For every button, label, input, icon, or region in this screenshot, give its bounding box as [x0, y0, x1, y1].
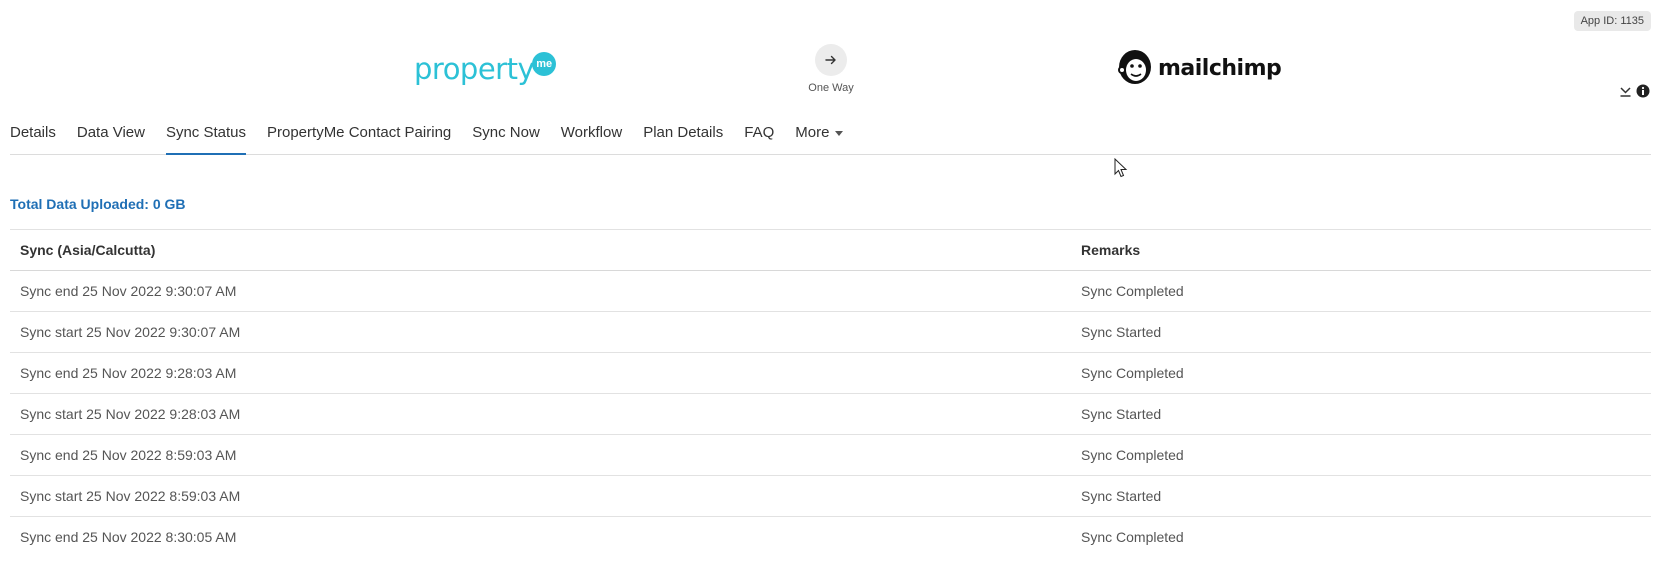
- column-header-remarks: Remarks: [1071, 229, 1651, 271]
- mailchimp-logo: mailchimp: [1116, 46, 1282, 91]
- sync-direction: One Way: [791, 44, 871, 94]
- sync-cell: Sync start 25 Nov 2022 8:59:03 AM: [10, 475, 1071, 517]
- tab-plan-details[interactable]: Plan Details: [643, 122, 723, 155]
- sync-cell: Sync start 25 Nov 2022 9:28:03 AM: [10, 393, 1071, 435]
- propertyme-logo: property me: [414, 52, 557, 86]
- tab-sync-now[interactable]: Sync Now: [472, 122, 540, 155]
- header-actions: [1619, 84, 1650, 103]
- remarks-cell: Sync Started: [1071, 311, 1651, 353]
- remarks-cell: Sync Started: [1071, 393, 1651, 435]
- tab-workflow[interactable]: Workflow: [561, 122, 622, 155]
- propertyme-logo-word: property: [414, 52, 535, 86]
- tab-bar: Details Data View Sync Status PropertyMe…: [10, 122, 1651, 155]
- table-row: Sync end 25 Nov 2022 8:59:03 AM Sync Com…: [10, 434, 1651, 476]
- table-row: Sync start 25 Nov 2022 9:28:03 AM Sync S…: [10, 393, 1651, 435]
- tab-sync-status[interactable]: Sync Status: [165, 122, 246, 155]
- remarks-cell: Sync Completed: [1071, 434, 1651, 476]
- sync-cell: Sync end 25 Nov 2022 8:59:03 AM: [10, 434, 1071, 476]
- total-data-uploaded: Total Data Uploaded: 0 GB: [10, 196, 186, 212]
- tab-details[interactable]: Details: [10, 122, 56, 155]
- app-id-badge: App ID: 1135: [1573, 11, 1651, 31]
- column-header-sync: Sync (Asia/Calcutta): [10, 229, 1071, 271]
- mouse-cursor-icon: [1114, 157, 1128, 183]
- sync-status-table: Sync (Asia/Calcutta) Remarks Sync end 25…: [10, 229, 1651, 558]
- mailchimp-logo-word: mailchimp: [1158, 56, 1282, 81]
- sync-cell: Sync start 25 Nov 2022 9:30:07 AM: [10, 311, 1071, 353]
- sync-cell: Sync end 25 Nov 2022 8:30:05 AM: [10, 516, 1071, 558]
- sync-cell: Sync end 25 Nov 2022 9:30:07 AM: [10, 270, 1071, 312]
- caret-down-icon: [835, 131, 844, 136]
- remarks-cell: Sync Completed: [1071, 352, 1651, 394]
- table-row: Sync end 25 Nov 2022 9:28:03 AM Sync Com…: [10, 352, 1651, 394]
- sync-status-page: App ID: 1135 property me One Way mailchi…: [0, 0, 1662, 562]
- tab-more[interactable]: More: [795, 122, 844, 155]
- table-row: Sync start 25 Nov 2022 9:30:07 AM Sync S…: [10, 311, 1651, 353]
- table-row: Sync end 25 Nov 2022 8:30:05 AM Sync Com…: [10, 516, 1651, 558]
- remarks-cell: Sync Completed: [1071, 516, 1651, 558]
- arrow-right-icon: [815, 44, 847, 76]
- remarks-cell: Sync Completed: [1071, 270, 1651, 312]
- propertyme-logo-badge: me: [532, 52, 557, 76]
- sync-cell: Sync end 25 Nov 2022 9:28:03 AM: [10, 352, 1071, 394]
- direction-label: One Way: [808, 82, 854, 94]
- tab-faq[interactable]: FAQ: [744, 122, 774, 155]
- collapse-icon[interactable]: [1619, 85, 1632, 103]
- tab-contact-pairing[interactable]: PropertyMe Contact Pairing: [267, 122, 451, 155]
- remarks-cell: Sync Started: [1071, 475, 1651, 517]
- table-header-row: Sync (Asia/Calcutta) Remarks: [10, 229, 1651, 271]
- mailchimp-freddie-icon: [1116, 46, 1154, 91]
- table-row: Sync end 25 Nov 2022 9:30:07 AM Sync Com…: [10, 270, 1651, 312]
- table-row: Sync start 25 Nov 2022 8:59:03 AM Sync S…: [10, 475, 1651, 517]
- info-icon[interactable]: [1636, 84, 1650, 103]
- tab-data-view[interactable]: Data View: [77, 122, 145, 155]
